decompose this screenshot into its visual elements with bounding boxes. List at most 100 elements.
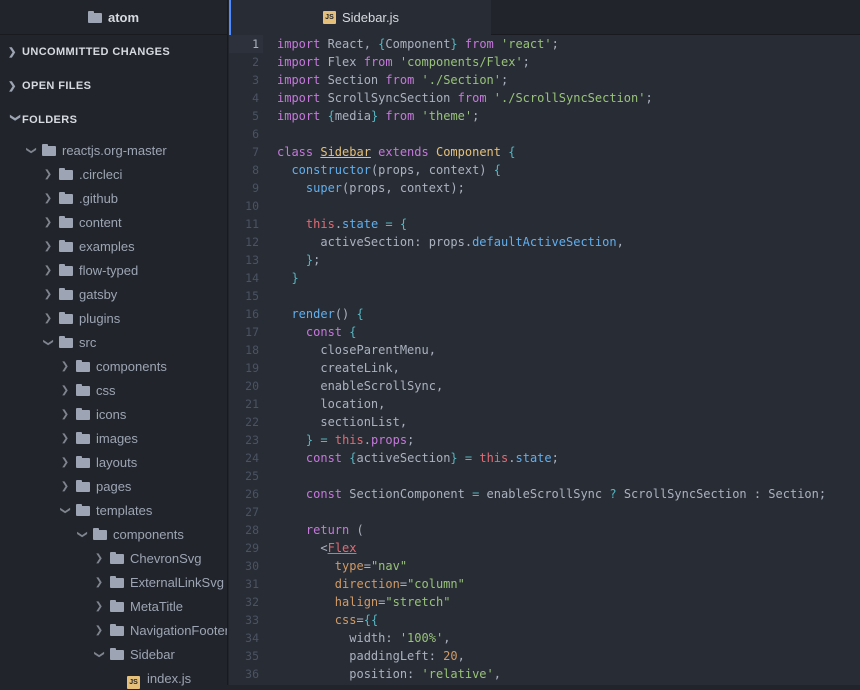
chevron-right-icon: ❯ [60, 360, 70, 372]
code-line[interactable]: 29 <Flex [229, 539, 860, 557]
tree-folder-item[interactable]: ❯ css [0, 378, 227, 402]
code-editor[interactable]: 1 import React, {Component} from 'react';… [229, 35, 860, 685]
tree-folder-item[interactable]: ❯ src [0, 330, 227, 354]
folder-icon [87, 10, 102, 23]
tab-sidebar-js[interactable]: JS Sidebar.js [229, 0, 491, 35]
tree-folder-item[interactable]: ❯ ExternalLinkSvg [0, 570, 227, 594]
code-text: position: 'relative', [277, 667, 501, 681]
project-header[interactable]: atom [0, 0, 227, 35]
tree-folder-item[interactable]: ❯ components [0, 522, 227, 546]
folder-icon [76, 431, 90, 444]
tree-folder-item[interactable]: ❯ ChevronSvg [0, 546, 227, 570]
code-text: const { [305, 325, 357, 339]
line-number: 16 [245, 307, 259, 321]
tree-item-label: components [113, 526, 184, 542]
code-text: location, [277, 397, 386, 411]
tree-folder-item[interactable]: ❯ reactjs.org-master [0, 138, 227, 162]
tree-folder-item[interactable]: ❯ MetaTitle [0, 594, 227, 618]
code-line[interactable]: 25 [229, 467, 860, 485]
open-files-section[interactable]: ❯ OPEN FILES [0, 69, 227, 103]
code-line[interactable]: 3 import Section from './Section'; [229, 71, 860, 89]
code-line[interactable]: 10 [229, 197, 860, 215]
code-line[interactable]: 7 class Sidebar extends Component { [229, 143, 860, 161]
tree-folder-item[interactable]: ❯ .circleci [0, 162, 227, 186]
code-line[interactable]: 14 } [229, 269, 860, 287]
tree-folder-item[interactable]: ❯ plugins [0, 306, 227, 330]
code-line[interactable]: 19 createLink, [229, 359, 860, 377]
line-number: 27 [245, 505, 259, 519]
code-line[interactable]: 17 const { [229, 323, 860, 341]
code-line[interactable]: 12 activeSection: props.defaultActiveSec… [229, 233, 860, 251]
tree-folder-item[interactable]: ❯ .github [0, 186, 227, 210]
tree-folder-item[interactable]: ❯ NavigationFooter [0, 618, 227, 642]
code-line[interactable]: 16 render() { [229, 305, 860, 323]
folder-icon [59, 167, 73, 180]
code-line[interactable]: 24 const {activeSection} = this.state; [229, 449, 860, 467]
section-label: UNCOMMITTED CHANGES [22, 46, 171, 58]
line-number: 35 [245, 649, 259, 663]
code-text: createLink, [277, 361, 400, 375]
tree-folder-item[interactable]: ❯ icons [0, 402, 227, 426]
code-line[interactable]: 34 width: '100%', [229, 629, 860, 647]
tree-folder-item[interactable]: ❯ pages [0, 474, 227, 498]
chevron-right-icon: ❯ [94, 552, 104, 564]
code-line[interactable]: 28 return ( [229, 521, 860, 539]
code-line[interactable]: 23 } = this.props; [229, 431, 860, 449]
code-line[interactable]: 36 position: 'relative', [229, 665, 860, 683]
tree-folder-item[interactable]: ❯ flow-typed [0, 258, 227, 282]
code-line[interactable]: 1 import React, {Component} from 'react'; [229, 35, 860, 53]
code-line[interactable]: 11 this.state = { [229, 215, 860, 233]
code-line[interactable]: 4 import ScrollSyncSection from './Scroll… [229, 89, 860, 107]
code-line[interactable]: 30 type="nav" [229, 557, 860, 575]
code-line[interactable]: 22 sectionList, [229, 413, 860, 431]
code-line[interactable]: 31 direction="column" [229, 575, 860, 593]
tree-folder-item[interactable]: ❯ images [0, 426, 227, 450]
code-text: css={{ [334, 613, 379, 627]
tree-item-label: examples [79, 238, 135, 254]
js-file-icon: JS [127, 672, 141, 689]
folder-icon [110, 647, 124, 660]
folder-icon [59, 287, 73, 300]
code-line[interactable]: 13 }; [229, 251, 860, 269]
tree-folder-item[interactable]: ❯ layouts [0, 450, 227, 474]
tree-item-label: images [96, 430, 138, 446]
code-line[interactable]: 21 location, [229, 395, 860, 413]
code-line[interactable]: 20 enableScrollSync, [229, 377, 860, 395]
line-number: 21 [245, 397, 259, 411]
tree-folder-item[interactable]: ❯ examples [0, 234, 227, 258]
folder-icon [59, 239, 73, 252]
chevron-down-icon: ❯ [25, 145, 37, 155]
tree-folder-item[interactable]: ❯ Sidebar [0, 642, 227, 666]
code-line[interactable]: 26 const SectionComponent = enableScroll… [229, 485, 860, 503]
code-line[interactable]: 9 super(props, context); [229, 179, 860, 197]
line-number: 17 [245, 325, 259, 339]
code-line[interactable]: 33 css={{ [229, 611, 860, 629]
chevron-right-icon: ❯ [8, 80, 17, 92]
tree-folder-item[interactable]: ❯ components [0, 354, 227, 378]
code-line[interactable]: 32 halign="stretch" [229, 593, 860, 611]
tree-folder-item[interactable]: ❯ content [0, 210, 227, 234]
code-line[interactable]: 6 [229, 125, 860, 143]
tree-item-label: templates [96, 502, 153, 518]
code-line[interactable]: 27 [229, 503, 860, 521]
code-line[interactable]: 35 paddingLeft: 20, [229, 647, 860, 665]
tree-file-item[interactable]: JS index.js [0, 666, 227, 690]
folders-section[interactable]: ❯ FOLDERS [0, 103, 227, 137]
code-line[interactable]: 8 constructor(props, context) { [229, 161, 860, 179]
code-line[interactable]: 15 [229, 287, 860, 305]
uncommitted-changes-section[interactable]: ❯ UNCOMMITTED CHANGES [0, 35, 227, 69]
tree-folder-item[interactable]: ❯ gatsby [0, 282, 227, 306]
tree-item-label: content [79, 214, 122, 230]
line-number: 23 [245, 433, 259, 447]
code-text: import {media} from 'theme'; [277, 109, 480, 123]
chevron-right-icon: ❯ [43, 312, 53, 324]
code-line[interactable]: 18 closeParentMenu, [229, 341, 860, 359]
code-line[interactable]: 5 import {media} from 'theme'; [229, 107, 860, 125]
tree-item-label: css [96, 382, 116, 398]
tree-folder-item[interactable]: ❯ templates [0, 498, 227, 522]
tree-item-label: reactjs.org-master [62, 142, 167, 158]
chevron-down-icon: ❯ [42, 337, 54, 347]
section-label: OPEN FILES [22, 80, 92, 92]
tree-item-label: MetaTitle [130, 598, 183, 614]
code-line[interactable]: 2 import Flex from 'components/Flex'; [229, 53, 860, 71]
